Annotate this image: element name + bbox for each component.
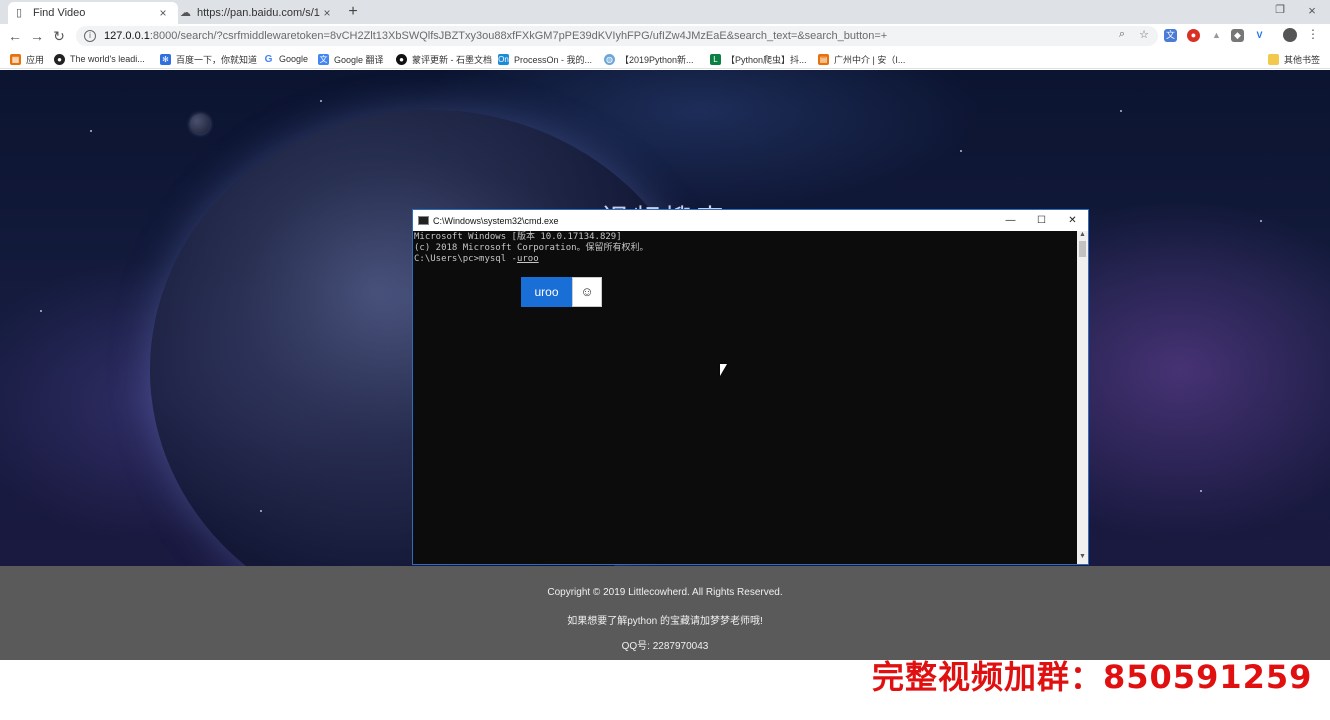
google-translate-icon: 文 — [318, 53, 329, 65]
info-icon[interactable]: i — [84, 30, 96, 42]
bookmark-label: 【2019Python新... — [620, 54, 694, 65]
bookmark-guangzhou[interactable]: ▤ 广州中介 | 安（I... — [818, 52, 905, 66]
v-extension-icon[interactable]: V — [1253, 29, 1266, 42]
alert-extension-icon[interactable]: ▲ — [1210, 29, 1223, 42]
bookmark-baidu[interactable]: ✻ 百度一下，你就知道 — [160, 52, 257, 66]
console-typed-input: uroo — [516, 254, 539, 264]
url-path: :8000/search/?csrfmiddlewaretoken=8vCH2Z… — [149, 30, 888, 42]
cube-extension-icon[interactable]: ◆ — [1231, 29, 1244, 42]
back-arrow-icon[interactable]: ← — [6, 27, 24, 45]
footer: Copyright © 2019 Littlecowherd. All Righ… — [0, 566, 1330, 660]
star — [40, 310, 42, 312]
console-line: (c) 2018 Microsoft Corporation。保留所有权利。 — [414, 243, 649, 253]
ime-candidate[interactable]: uroo — [521, 277, 572, 307]
bookmark-google-translate[interactable]: 文 Google 翻译 — [318, 52, 384, 66]
bookmark-apps[interactable]: ▦ 应用 — [10, 52, 44, 66]
bookmark-label: 其他书签 — [1284, 54, 1321, 65]
scroll-thumb[interactable] — [1079, 241, 1086, 257]
bookmark-google[interactable]: G Google — [263, 52, 308, 66]
star — [90, 130, 92, 132]
bookmark-github[interactable]: ● The world's leadi... — [54, 52, 145, 66]
adblock-extension-icon[interactable]: ● — [1187, 29, 1200, 42]
scroll-down-icon[interactable]: ▼ — [1077, 553, 1088, 560]
shimo-icon: ● — [396, 53, 407, 65]
maximize-icon[interactable]: ☐ — [1026, 215, 1057, 226]
l-letter-icon: L — [710, 53, 721, 65]
bookmark-label: 蒙评更新 - 石墨文档 — [412, 54, 492, 65]
watermark-text: 完整视频加群：850591259 — [872, 658, 1313, 696]
profile-avatar-icon[interactable] — [1283, 28, 1297, 42]
processon-icon: On — [498, 53, 509, 65]
console-prompt: C:\Users\pc>mysql - — [414, 254, 517, 264]
other-bookmarks[interactable]: 其他书签 — [1268, 52, 1320, 66]
baidu-paw-icon: ✻ — [160, 53, 171, 65]
baidu-pan-icon: ☁ — [180, 6, 191, 19]
mouse-cursor-icon — [720, 364, 727, 376]
moon-image — [190, 114, 210, 134]
bookmark-label: 百度一下，你就知道 — [176, 54, 258, 65]
emoji-icon[interactable]: ☺ — [572, 277, 602, 307]
bookmark-python-crawler[interactable]: L 【Python爬虫】抖... — [710, 52, 807, 66]
window-close-icon[interactable]: × — [1302, 3, 1322, 18]
console-icon — [418, 216, 429, 225]
star — [320, 100, 322, 102]
bookmark-label: 广州中介 | 安（I... — [834, 54, 906, 65]
footer-qq: QQ号: 2287970043 — [621, 641, 709, 652]
folder-icon — [1268, 53, 1279, 65]
new-tab-button[interactable]: + — [344, 3, 362, 21]
ime-candidate-popup: uroo ☺ — [521, 277, 602, 307]
bookmark-label: 应用 — [26, 54, 45, 65]
star — [1260, 220, 1262, 222]
tab-baidu-pan[interactable]: ☁ https://pan.baidu.com/s/1UQ × — [172, 2, 342, 24]
github-icon: ● — [54, 53, 65, 65]
console-prompt-line: C:\Users\pc>mysql -uroo — [414, 254, 1077, 265]
cmd-console[interactable]: Microsoft Windows [版本 10.0.17134.829] (c)… — [413, 231, 1077, 564]
translate-extension-icon[interactable]: 文 — [1164, 29, 1177, 42]
cmd-titlebar[interactable]: C:\Windows\system32\cmd.exe — ☐ ✕ — [413, 210, 1088, 231]
cmd-title: C:\Windows\system32\cmd.exe — [433, 215, 559, 226]
bookmark-label: Google — [279, 54, 309, 64]
star — [260, 510, 262, 512]
apps-grid-icon: ▦ — [10, 53, 21, 65]
bookmark-label: Google 翻译 — [334, 54, 384, 65]
cmd-scrollbar[interactable]: ▲ ▼ — [1077, 231, 1088, 564]
page-icon: ▯ — [16, 6, 23, 19]
star — [1120, 110, 1122, 112]
building-icon: ▤ — [818, 53, 829, 65]
address-bar[interactable]: i 127.0.0.1:8000/search/?csrfmiddlewaret… — [76, 26, 1158, 46]
google-g-icon: G — [263, 53, 274, 65]
close-icon[interactable]: × — [320, 6, 334, 20]
browser-toolbar: ← → ↻ i 127.0.0.1:8000/search/?csrfmiddl… — [0, 24, 1330, 48]
tab-title: https://pan.baidu.com/s/1UQ — [197, 7, 320, 19]
bookmark-label: 【Python爬虫】抖... — [726, 54, 807, 65]
close-icon[interactable]: × — [156, 6, 170, 20]
menu-dots-icon[interactable]: ⋮ — [1306, 27, 1320, 41]
star — [1200, 490, 1202, 492]
tab-find-video[interactable]: ▯ Find Video × — [8, 2, 178, 24]
minimize-icon[interactable]: — — [995, 215, 1026, 226]
scroll-up-icon[interactable]: ▲ — [1077, 231, 1088, 238]
bookmark-python-2019[interactable]: ◍ 【2019Python新... — [604, 52, 694, 66]
footer-copyright: Copyright © 2019 Littlecowherd. All Righ… — [547, 587, 783, 598]
star — [960, 150, 962, 152]
tab-strip: ▯ Find Video × ☁ https://pan.baidu.com/s… — [0, 0, 1330, 24]
globe-icon: ◍ — [604, 53, 615, 65]
tab-title: Find Video — [33, 7, 86, 19]
bookmark-label: ProcessOn - 我的... — [514, 54, 593, 65]
footer-python-note: 如果想要了解python 的宝藏请加梦梦老师哦! — [567, 616, 763, 627]
restore-icon[interactable]: ❐ — [1270, 3, 1290, 16]
console-line: Microsoft Windows [版本 10.0.17134.829] — [414, 232, 622, 242]
url-text: 127.0.0.1:8000/search/?csrfmiddlewaretok… — [104, 30, 1150, 42]
close-icon[interactable]: ✕ — [1057, 215, 1088, 226]
forward-arrow-icon[interactable]: → — [28, 27, 46, 45]
bookmark-star-icon[interactable]: ☆ — [1136, 28, 1152, 41]
cmd-window[interactable]: C:\Windows\system32\cmd.exe — ☐ ✕ Micros… — [412, 209, 1089, 565]
bookmark-shimo[interactable]: ● 蒙评更新 - 石墨文档 — [396, 52, 492, 66]
reload-icon[interactable]: ↻ — [50, 27, 68, 45]
bookmarks-bar: ▦ 应用 ● The world's leadi... ✻ 百度一下，你就知道 G Go… — [0, 48, 1330, 69]
search-icon[interactable]: ⌕ — [1114, 28, 1130, 41]
url-host: 127.0.0.1 — [104, 30, 150, 42]
bookmark-label: The world's leadi... — [70, 54, 145, 64]
bookmark-processon[interactable]: On ProcessOn - 我的... — [498, 52, 592, 66]
